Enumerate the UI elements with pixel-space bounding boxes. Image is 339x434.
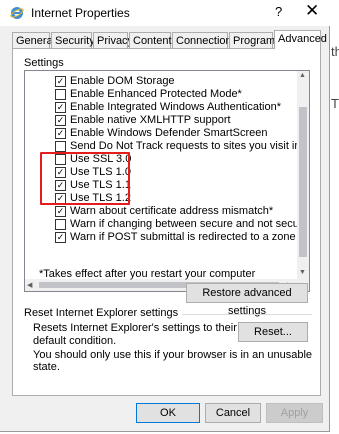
tls-highlight-box xyxy=(40,152,130,205)
reset-button[interactable]: Reset... xyxy=(238,322,308,342)
tab-content[interactable]: Content xyxy=(129,32,172,48)
scroll-left-icon[interactable]: ◀ xyxy=(27,281,32,289)
settings-label: Settings xyxy=(24,57,64,69)
tab-general[interactable]: General xyxy=(12,32,55,48)
ok-button[interactable]: OK xyxy=(136,403,200,423)
setting-label: Enable Integrated Windows Authentication… xyxy=(70,101,281,113)
scroll-up-icon[interactable]: ▲ xyxy=(299,72,306,79)
apply-button[interactable]: Apply xyxy=(266,403,323,423)
scroll-thumb[interactable] xyxy=(299,107,307,257)
internet-explorer-icon xyxy=(10,7,24,19)
setting-label: Warn about certificate address mismatch* xyxy=(70,205,274,217)
internet-properties-dialog: Internet Properties ? ✕ General Security… xyxy=(0,0,330,432)
title-bar[interactable]: Internet Properties ? ✕ xyxy=(0,0,330,26)
setting-label: Enable Enhanced Protected Mode* xyxy=(70,88,242,100)
cancel-button[interactable]: Cancel xyxy=(205,403,261,423)
scroll-down-icon[interactable]: ▼ xyxy=(299,269,306,276)
checkbox[interactable]: ✓ xyxy=(55,206,66,217)
advanced-panel: Settings ✓ Enable DOM Storage Enable Enh… xyxy=(12,48,321,396)
checkbox[interactable]: ✓ xyxy=(55,76,66,87)
vertical-scrollbar[interactable]: ▲ ▼ xyxy=(297,71,309,291)
tab-privacy[interactable]: Privacy xyxy=(93,32,133,48)
background-text: the xyxy=(331,44,339,59)
setting-label: Enable native XMLHTTP support xyxy=(70,114,231,126)
checkbox[interactable] xyxy=(55,141,66,152)
restore-advanced-settings-button[interactable]: Restore advanced settings xyxy=(186,283,308,317)
tab-connections[interactable]: Connections xyxy=(172,32,237,48)
window-title: Internet Properties xyxy=(31,6,130,20)
background-text: T xyxy=(331,96,339,111)
tab-advanced[interactable]: Advanced xyxy=(274,30,327,49)
reset-group-title: Reset Internet Explorer settings xyxy=(24,307,183,319)
checkbox[interactable]: ✓ xyxy=(55,128,66,139)
close-icon[interactable]: ✕ xyxy=(305,1,319,21)
setting-label: Warn if POST submittal is redirected to … xyxy=(70,231,309,243)
reset-warning: You should only use this if your browser… xyxy=(33,349,313,373)
setting-label: Enable DOM Storage xyxy=(70,75,175,87)
checkbox[interactable] xyxy=(55,89,66,100)
restart-note: *Takes effect after you restart your com… xyxy=(39,268,256,280)
tab-programs[interactable]: Programs xyxy=(229,32,281,48)
tab-security[interactable]: Security xyxy=(51,32,95,48)
setting-label: Warn if changing between secure and not … xyxy=(70,218,309,230)
checkbox[interactable] xyxy=(55,219,66,230)
checkbox[interactable]: ✓ xyxy=(55,102,66,113)
checkbox[interactable]: ✓ xyxy=(55,232,66,243)
reset-description: Resets Internet Explorer's settings to t… xyxy=(33,322,237,347)
setting-label: Enable Windows Defender SmartScreen xyxy=(70,127,268,139)
checkbox[interactable]: ✓ xyxy=(55,115,66,126)
help-button[interactable]: ? xyxy=(275,4,282,19)
